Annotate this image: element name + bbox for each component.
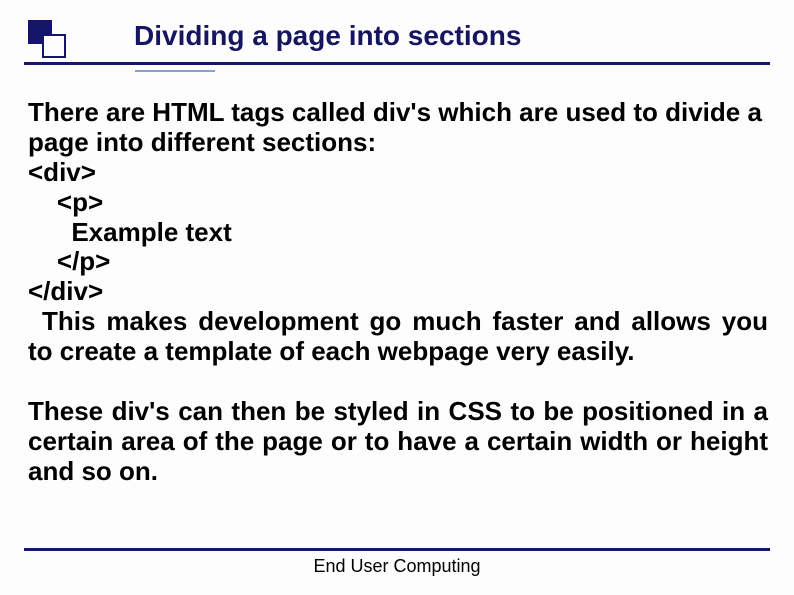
after-code-text: This makes development go much faster an… — [28, 307, 768, 367]
slide-body: There are HTML tags called div's which a… — [28, 98, 768, 487]
code-line: </p> — [28, 246, 110, 276]
second-paragraph: These div's can then be styled in CSS to… — [28, 397, 768, 487]
code-line: <p> — [28, 187, 103, 217]
code-line: </div> — [28, 276, 103, 306]
slide: Dividing a page into sections There are … — [0, 0, 794, 595]
code-example: <div> <p> Example text </p> </div> — [28, 158, 768, 307]
intro-text: There are HTML tags called div's which a… — [28, 98, 768, 158]
code-line: <div> — [28, 157, 96, 187]
code-line: Example text — [28, 217, 232, 247]
slide-title: Dividing a page into sections — [134, 20, 521, 52]
footer-text: End User Computing — [0, 556, 794, 577]
title-accent-line — [135, 70, 215, 72]
bottom-divider — [24, 548, 770, 551]
title-divider — [24, 62, 770, 65]
square-outline-icon — [42, 34, 66, 58]
